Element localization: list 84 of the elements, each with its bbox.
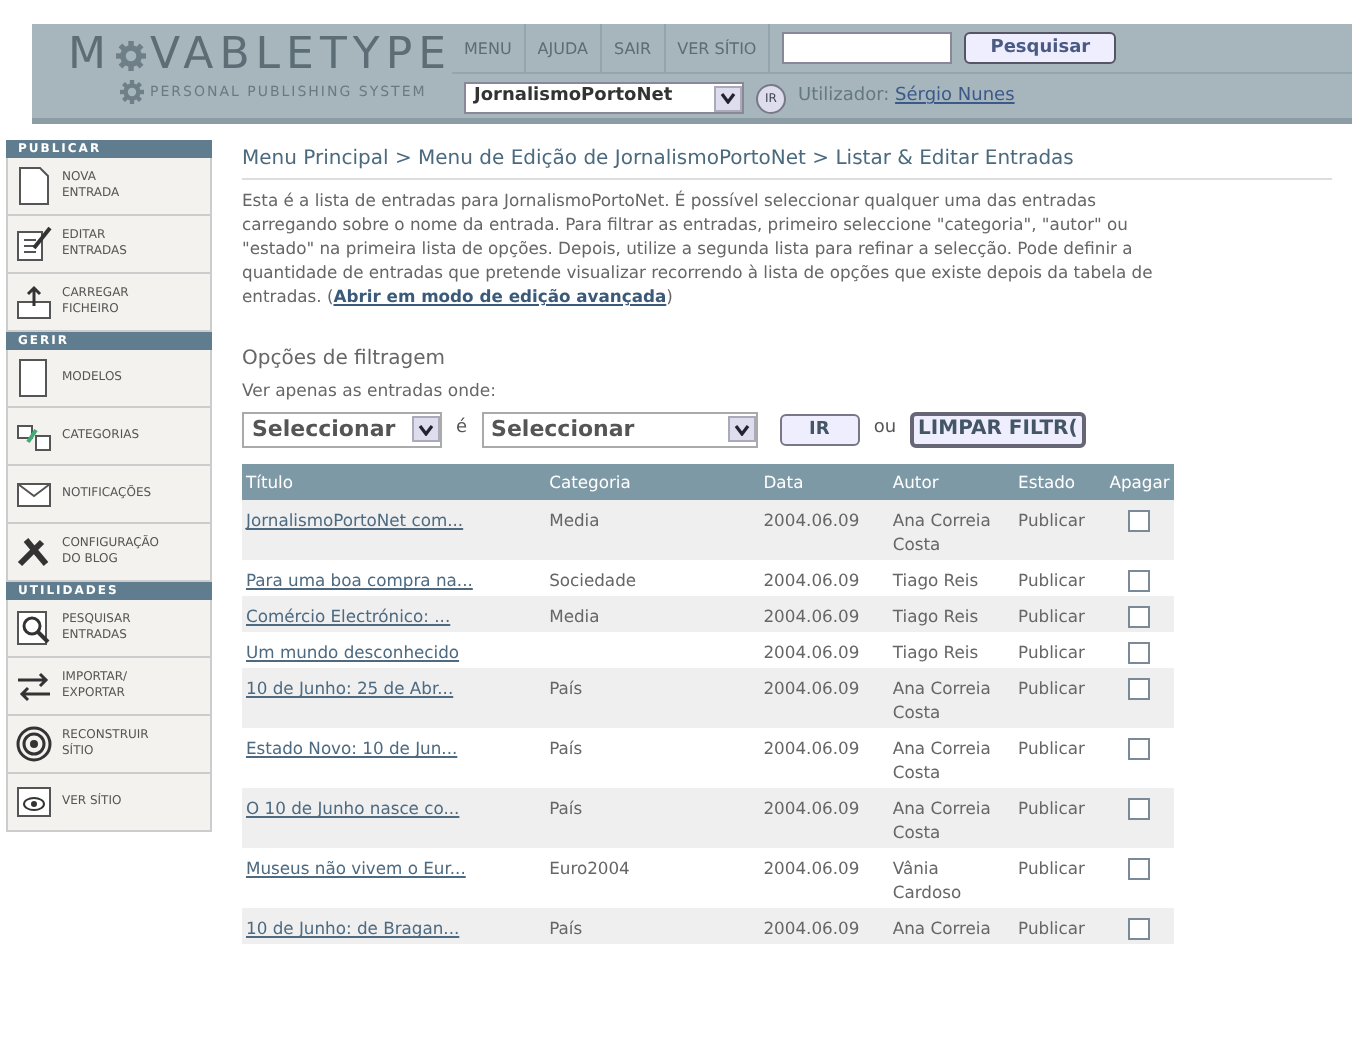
section-title: Opções de filtragem — [242, 346, 448, 374]
table-cell: País — [545, 788, 760, 849]
search-button[interactable]: Pesquisar — [964, 32, 1117, 64]
filter-select[interactable]: Seleccionar — [481, 411, 758, 448]
table-cell: Publicar — [1014, 632, 1106, 669]
entry-title-link[interactable]: Um mundo desconhecido — [246, 642, 460, 663]
entry-title-link[interactable]: Para uma boa compra na... — [246, 570, 473, 591]
user-label: Utilizador: — [798, 86, 890, 107]
table-cell: Euro2004 — [545, 848, 760, 909]
delete-checkbox[interactable] — [1128, 918, 1151, 941]
table-cell: Sociedade — [545, 560, 760, 597]
table-cell: Ana Correia Costa — [888, 788, 1015, 849]
table-cell: Publicar — [1014, 668, 1106, 729]
table-cell: Media — [545, 596, 760, 633]
blog-select[interactable]: JornalismoPortoNet — [464, 82, 744, 114]
delete-checkbox[interactable] — [1128, 510, 1151, 533]
column-header: Data — [759, 463, 889, 501]
table-cell: Tiago Reis — [888, 596, 1015, 633]
page-icon — [14, 166, 54, 206]
breadcrumb-separator: > — [394, 148, 412, 170]
table-cell: Publicar — [1014, 500, 1106, 561]
breadcrumb-link[interactable]: Menu Principal — [242, 148, 389, 170]
delete-checkbox[interactable] — [1128, 678, 1151, 701]
filter-hint: Ver apenas as entradas onde: — [242, 380, 498, 406]
table-cell: 2004.06.09 — [759, 560, 889, 597]
column-header: Autor — [888, 463, 1015, 501]
table-cell: Publicar — [1014, 848, 1106, 909]
pencil-icon — [14, 224, 54, 264]
target-icon — [14, 724, 54, 764]
delete-checkbox[interactable] — [1128, 606, 1151, 629]
delete-checkbox[interactable] — [1128, 858, 1151, 881]
table-cell: Tiago Reis — [888, 560, 1015, 597]
delete-checkbox[interactable] — [1128, 642, 1151, 665]
column-header: Apagar — [1105, 463, 1174, 501]
table-cell: Publicar — [1014, 560, 1106, 597]
table-cell: Ana Correia — [888, 908, 1015, 945]
eye-icon — [14, 782, 54, 822]
search-icon — [14, 608, 54, 648]
table-cell: Publicar — [1014, 596, 1106, 633]
entry-title-link[interactable]: Estado Novo: 10 de Jun... — [246, 738, 458, 759]
is-label: é — [456, 416, 468, 442]
table-cell: Ana Correia Costa — [888, 668, 1015, 729]
logo-text: M — [68, 32, 112, 80]
table-cell: 2004.06.09 — [759, 500, 889, 561]
go-button[interactable]: IR — [779, 413, 860, 446]
search-field[interactable] — [782, 32, 953, 64]
advanced-mode-link[interactable]: Abrir em modo de edição avançada — [333, 286, 667, 306]
gear-icon — [120, 80, 144, 104]
delete-checkbox[interactable] — [1128, 798, 1151, 821]
table-cell: Ana Correia Costa — [888, 500, 1015, 561]
table-cell: Vânia Cardoso — [888, 848, 1015, 909]
column-header: Estado — [1014, 463, 1106, 501]
table-cell: País — [545, 668, 760, 729]
breadcrumb-separator: > — [812, 148, 830, 170]
upload-icon — [14, 282, 54, 322]
table-cell: Publicar — [1014, 908, 1106, 945]
delete-checkbox[interactable] — [1128, 570, 1151, 593]
table-cell: 2004.06.09 — [759, 908, 889, 945]
table-cell: 2004.06.09 — [759, 632, 889, 669]
filter-select[interactable]: Seleccionar — [242, 411, 442, 448]
table-cell: Ana Correia Costa — [888, 728, 1015, 789]
or-label: ou — [873, 416, 897, 442]
clear-filter-button[interactable]: LIMPAR FILTR( — [910, 411, 1086, 448]
table-cell: Tiago Reis — [888, 632, 1015, 669]
column-header: Título — [242, 463, 546, 501]
table-cell: 2004.06.09 — [759, 788, 889, 849]
logo-text: VABLETYPE — [150, 32, 452, 80]
table-cell: 2004.06.09 — [759, 848, 889, 909]
table-cell: Media — [545, 500, 760, 561]
table-cell: 2004.06.09 — [759, 728, 889, 789]
entry-title-link[interactable]: Museus não vivem o Eur... — [246, 858, 466, 879]
table-cell: 2004.06.09 — [759, 668, 889, 729]
breadcrumb-current: Listar & Editar Entradas — [835, 148, 1074, 170]
column-header: Categoria — [545, 463, 760, 501]
table-cell: País — [545, 728, 760, 789]
description-text: Esta é a lista de entradas para JornalismoPortoNet. É possível seleccionar qualquer uma das entradas carregando sobre o nome da entrada. Para filtrar as entradas, primeiro seleccione "categoria", "autor" ou "estado" na primeira lista de opções. Depois, utilize a segunda lista para refinar a selecção. Pode definir a quantidade de entradas que pretende visualizar recorrendo à lista de opções que existe depois da tabela de entradas. (Abrir em modo de edição avançada) — [242, 188, 1155, 308]
table-cell: Publicar — [1014, 788, 1106, 849]
table-cell: País — [545, 908, 760, 945]
breadcrumb-link[interactable]: Menu de Edição de JornalismoPortoNet — [418, 148, 806, 170]
user-link[interactable]: Sérgio Nunes — [895, 86, 1015, 107]
table-cell: Publicar — [1014, 728, 1106, 789]
delete-checkbox[interactable] — [1128, 738, 1151, 761]
gear-icon — [115, 36, 146, 76]
table-cell: 2004.06.09 — [759, 596, 889, 633]
